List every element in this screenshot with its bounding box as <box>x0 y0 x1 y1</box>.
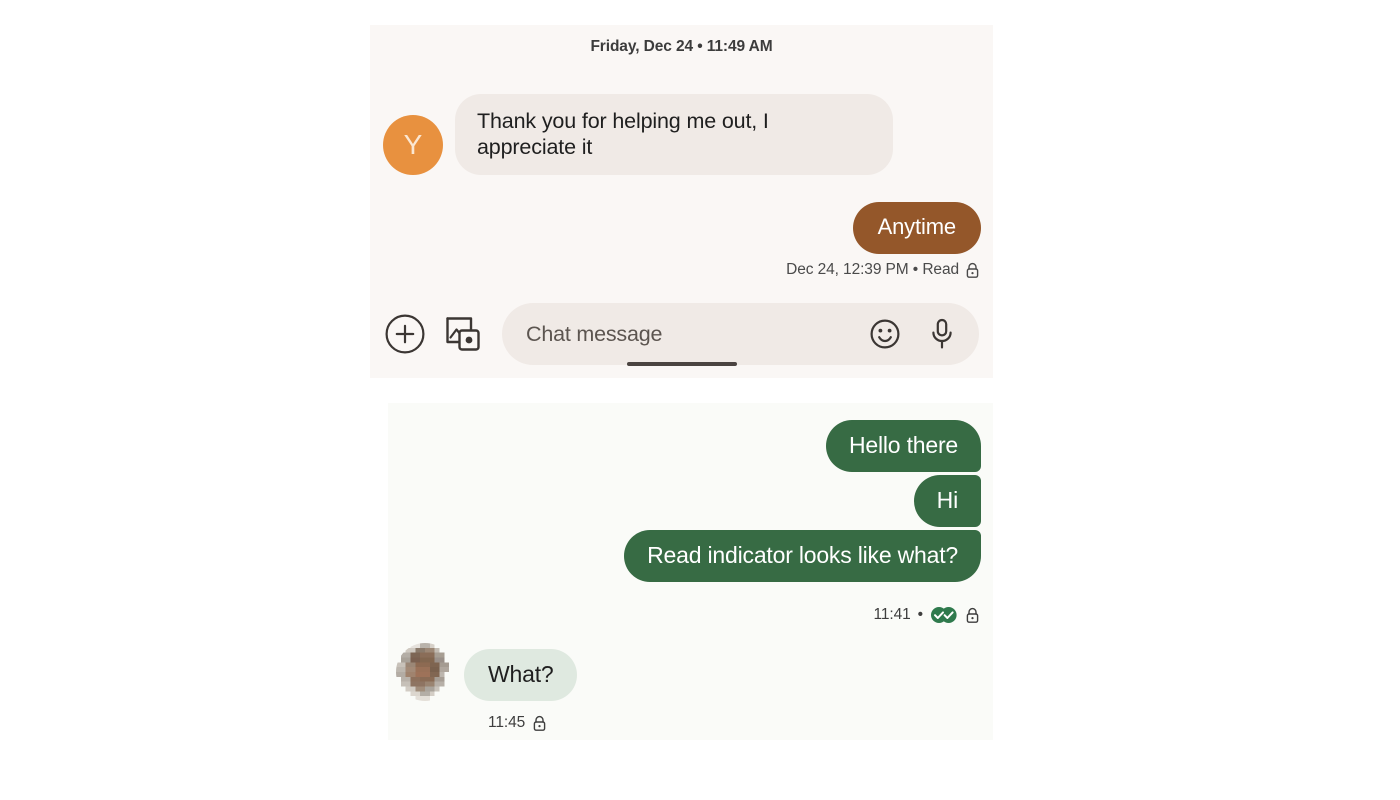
outgoing-message-group: Hello there Hi Read indicator looks like… <box>624 420 981 582</box>
emoji-smiley-icon[interactable] <box>869 318 901 350</box>
lock-icon <box>965 262 980 279</box>
message-bubble-outgoing[interactable]: Hello there <box>825 420 981 472</box>
avatar[interactable]: Y <box>383 115 443 175</box>
composer-trailing-icons <box>869 317 961 351</box>
message-bubble-incoming[interactable]: What? <box>464 649 578 701</box>
home-indicator[interactable] <box>626 362 737 366</box>
microphone-icon[interactable] <box>927 317 957 351</box>
conversation-green-panel: Hello there Hi Read indicator looks like… <box>388 403 993 740</box>
message-status: 11:45 <box>488 714 547 732</box>
message-status: 11:41 • <box>874 606 980 624</box>
message-status-time: 11:41 <box>873 606 911 623</box>
message-bubble-outgoing[interactable]: Read indicator looks like what? <box>624 530 981 582</box>
lock-icon <box>532 715 547 732</box>
screenshot-stage: Friday, Dec 24 • 11:49 AM Y Thank you fo… <box>0 0 1400 800</box>
message-status-text: Dec 24, 12:39 PM • Read <box>786 261 959 278</box>
message-bubble-outgoing[interactable]: Anytime <box>852 202 981 254</box>
plus-circle-icon[interactable] <box>384 313 426 355</box>
message-bubble-incoming[interactable]: Thank you for helping me out, I apprecia… <box>455 94 893 175</box>
lock-icon <box>965 607 980 624</box>
message-status: Dec 24, 12:39 PM • Read <box>786 261 980 279</box>
message-row-incoming: Y Thank you for helping me out, I apprec… <box>383 94 893 175</box>
message-bubble-outgoing[interactable]: Hi <box>913 475 981 527</box>
double-check-read-icon <box>930 606 958 624</box>
avatar[interactable] <box>396 643 454 701</box>
image-gallery-icon[interactable] <box>442 313 484 355</box>
date-divider: Friday, Dec 24 • 11:49 AM <box>590 38 773 55</box>
chat-input-placeholder: Chat message <box>526 321 663 346</box>
message-status-separator: • <box>917 606 923 623</box>
conversation-cream-panel: Friday, Dec 24 • 11:49 AM Y Thank you fo… <box>370 25 993 378</box>
chat-input-field[interactable]: Chat message <box>502 303 979 365</box>
message-row-outgoing: Anytime <box>852 202 981 254</box>
message-composer: Chat message <box>370 301 993 367</box>
message-status-time: 11:45 <box>488 714 526 731</box>
message-row-incoming: What? <box>396 643 578 701</box>
